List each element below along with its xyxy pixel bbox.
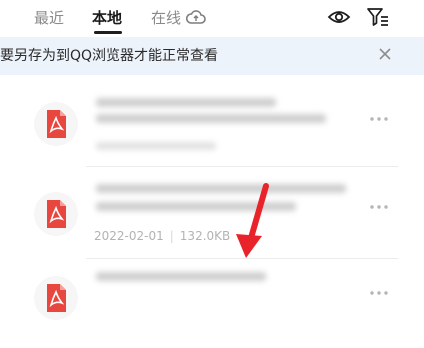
file-meta-blurred — [96, 142, 216, 150]
row-divider — [86, 166, 398, 167]
file-meta: 2022-02-01 | 132.0KB — [94, 229, 230, 243]
file-name-blurred — [96, 202, 296, 211]
top-tab-bar: 最近 本地 在线 — [0, 0, 424, 34]
active-tab-indicator — [94, 31, 122, 34]
meta-separator: | — [169, 229, 174, 243]
pdf-file-icon — [47, 110, 66, 138]
notice-bar: 需要另存为到QQ浏览器才能正常查看 — [0, 37, 424, 75]
file-name-blurred — [96, 184, 346, 193]
file-row[interactable] — [0, 260, 424, 348]
cloud-sync-icon[interactable] — [186, 8, 206, 26]
more-dots-icon[interactable] — [369, 116, 389, 122]
more-dots-icon[interactable] — [369, 290, 389, 296]
file-row[interactable]: 2022-02-01 | 132.0KB — [0, 170, 424, 259]
file-name-blurred — [96, 98, 276, 107]
file-icon-container — [34, 192, 78, 236]
tab-recent[interactable]: 最近 — [34, 8, 64, 28]
file-row[interactable] — [0, 80, 424, 168]
file-icon-container — [34, 102, 78, 146]
file-icon-container — [34, 276, 78, 320]
pdf-file-icon — [47, 284, 66, 312]
pdf-file-icon — [47, 200, 66, 228]
file-name-blurred — [96, 272, 266, 281]
filter-icon[interactable] — [366, 6, 390, 28]
more-dots-icon[interactable] — [369, 204, 389, 210]
notice-text: 需要另存为到QQ浏览器才能正常查看 — [0, 48, 219, 64]
tab-local[interactable]: 本地 — [92, 8, 122, 28]
file-date: 2022-02-01 — [94, 229, 164, 243]
row-divider — [86, 258, 398, 259]
close-icon[interactable] — [378, 47, 392, 61]
file-size: 132.0KB — [179, 229, 231, 243]
tab-online[interactable]: 在线 — [151, 8, 181, 28]
file-list: 2022-02-01 | 132.0KB — [0, 80, 424, 320]
file-name-blurred — [96, 114, 326, 123]
eye-icon[interactable] — [327, 7, 351, 27]
